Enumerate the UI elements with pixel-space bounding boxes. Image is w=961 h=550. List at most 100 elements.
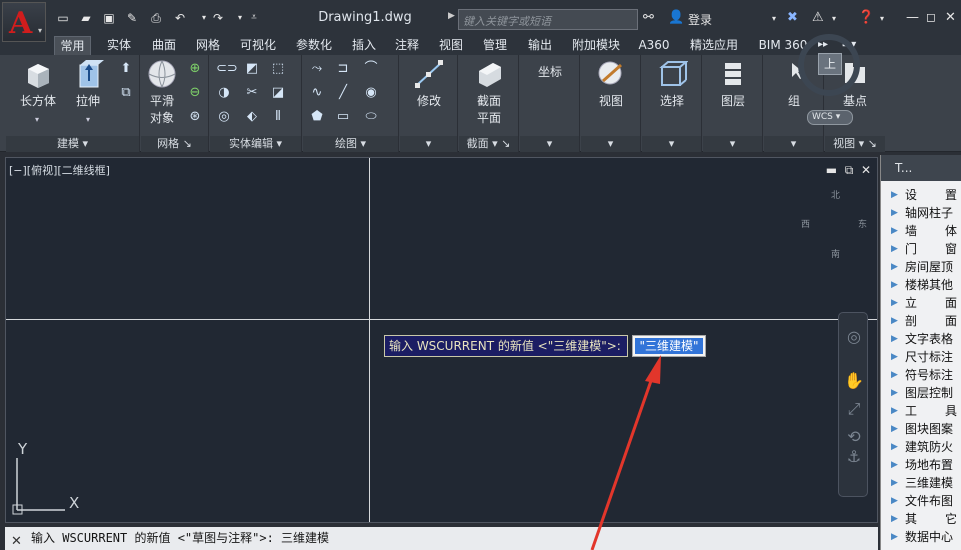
panel-title-selection[interactable]: ▾ — [642, 136, 701, 152]
mesh-smooth-less-icon[interactable]: ⊖ — [187, 85, 203, 101]
box-button[interactable]: 长方体 — [14, 59, 62, 109]
close-icon[interactable]: ✕ — [945, 10, 956, 25]
open-folder-icon[interactable]: ▰ — [78, 10, 94, 26]
command-close-icon[interactable]: ✕ — [11, 531, 22, 550]
modify-button[interactable]: 修改 — [406, 59, 452, 109]
viewport-controls-label[interactable]: [−][俯视][二维线框] — [9, 162, 110, 178]
layers-button[interactable]: 图层 — [711, 59, 755, 109]
separate-icon[interactable]: ⫴ — [270, 109, 286, 125]
user-icon[interactable]: 👤 — [668, 10, 684, 25]
zoom-icon[interactable]: ⤢ — [844, 399, 864, 419]
minimize-icon[interactable]: — — [906, 10, 919, 25]
help-dropdown-icon[interactable]: ▾ — [880, 14, 884, 23]
view-button[interactable]: 视图 — [589, 59, 633, 109]
line-icon[interactable]: ⤳ — [309, 61, 325, 77]
help-icon[interactable]: ❓ — [858, 10, 874, 25]
tab-addins[interactable]: 附加模块 — [565, 36, 627, 55]
steering-wheel-icon[interactable]: ◎ — [844, 327, 864, 347]
dynamic-input-field[interactable]: "三维建模" — [632, 335, 706, 357]
mesh-smooth-more-icon[interactable]: ⊕ — [187, 61, 203, 77]
tab-surface[interactable]: 曲面 — [145, 36, 183, 55]
tab-parametric[interactable]: 参数化 — [289, 36, 339, 55]
viewport-minimize-icon[interactable]: ▬ — [826, 163, 837, 177]
tab-a360[interactable]: A360 — [632, 36, 676, 55]
wcs-menu-button[interactable]: WCS ▾ — [807, 110, 853, 125]
tab-solid[interactable]: 实体 — [100, 36, 138, 55]
coordinates-button[interactable]: 坐标 — [528, 63, 572, 80]
search-expand-icon[interactable]: ▶ — [448, 11, 455, 21]
application-menu-button[interactable]: A ▾ — [2, 2, 46, 42]
palette-item[interactable]: ▶ 剖 面 — [885, 312, 961, 330]
polysolid-icon[interactable]: ⧉ — [118, 85, 134, 101]
customize-toolbar-icon[interactable]: ⩡ — [246, 10, 262, 26]
palette-item[interactable]: ▶ 图层控制 — [885, 384, 961, 402]
orbit-icon[interactable]: ⟲ — [844, 427, 864, 447]
panel-title-mesh[interactable]: 网格 ↘ — [141, 136, 208, 152]
palette-item[interactable]: ▶ 符号标注 — [885, 366, 961, 384]
polygon-icon[interactable]: ⬟ — [309, 109, 325, 125]
tab-output[interactable]: 输出 — [521, 36, 559, 55]
dynamic-input-selected-value[interactable]: "三维建模" — [635, 338, 703, 354]
panel-title-modify[interactable]: ▾ — [400, 136, 457, 152]
smooth-object-button[interactable]: 平滑 对象 — [143, 59, 181, 126]
command-line[interactable]: ✕ 输入 WSCURRENT 的新值 <"草图与注释">: 三维建模 — [5, 527, 878, 550]
panel-title-modeling[interactable]: 建模 ▾ — [6, 136, 139, 152]
construction-line-icon[interactable]: ╱ — [335, 85, 351, 101]
redo-icon[interactable]: ↷ — [210, 10, 226, 26]
viewcube-top-face[interactable]: 上 — [818, 53, 842, 75]
compass-north[interactable]: 北 — [831, 188, 840, 201]
circle-icon[interactable]: ◉ — [363, 85, 379, 101]
search-input[interactable]: 键入关键字或短语 — [458, 9, 638, 30]
pan-icon[interactable]: ✋ — [844, 371, 864, 391]
tab-home[interactable]: 常用 — [54, 36, 91, 55]
palette-item[interactable]: ▶ 设 置 — [885, 186, 961, 204]
login-dropdown-icon[interactable]: ▾ — [772, 14, 776, 23]
slice-icon[interactable]: ◩ — [244, 61, 260, 77]
palette-item[interactable]: ▶ 三维建模 — [885, 474, 961, 492]
interfere-icon[interactable]: ✂ — [244, 85, 260, 101]
tab-mesh[interactable]: 网格 — [189, 36, 227, 55]
extrude-button[interactable]: 拉伸 — [68, 59, 108, 109]
tab-featured-apps[interactable]: 精选应用 — [683, 36, 745, 55]
tab-annotate[interactable]: 注释 — [388, 36, 426, 55]
exchange-apps-icon[interactable]: ✖ — [787, 10, 798, 25]
palette-item[interactable]: ▶ 房间屋顶 — [885, 258, 961, 276]
polyline-icon[interactable]: ⊐ — [335, 61, 351, 77]
save-icon[interactable]: ▣ — [101, 10, 117, 26]
palette-item[interactable]: ▶ 楼梯其他 — [885, 276, 961, 294]
palette-title[interactable]: T... — [881, 155, 961, 181]
extrude-dropdown-icon[interactable]: ▾ — [86, 115, 90, 124]
a360-dropdown-icon[interactable]: ▾ — [832, 14, 836, 23]
panel-title-section[interactable]: 截面 ▾ ↘ — [459, 136, 518, 152]
palette-item[interactable]: ▶ 墙 体 — [885, 222, 961, 240]
a360-icon[interactable]: ⚠ — [812, 10, 824, 25]
palette-item[interactable]: ▶ 建筑防火 — [885, 438, 961, 456]
extract-edges-icon[interactable]: ⬚ — [270, 61, 286, 77]
palette-item[interactable]: ▶ 工 具 — [885, 402, 961, 420]
panel-title-groups[interactable]: ▾ — [764, 136, 823, 152]
arc-icon[interactable]: ⌒ — [363, 61, 379, 77]
palette-item[interactable]: ▶ 数据中心 — [885, 528, 961, 546]
presspull-icon[interactable]: ⬆ — [118, 61, 134, 77]
compass-west[interactable]: 西 — [801, 217, 810, 230]
tab-insert[interactable]: 插入 — [346, 36, 382, 55]
binoculars-icon[interactable]: ⚯ — [643, 10, 654, 25]
compass-south[interactable]: 南 — [831, 247, 840, 260]
panel-title-layers[interactable]: ▾ — [703, 136, 762, 152]
compass-east[interactable]: 东 — [858, 217, 867, 230]
palette-item[interactable]: ▶ 轴网柱子 — [885, 204, 961, 222]
union-icon[interactable]: ⊂⊃ — [216, 61, 238, 77]
panel-title-coordinates[interactable]: ▾ — [520, 136, 579, 152]
palette-item[interactable]: ▶ 尺寸标注 — [885, 348, 961, 366]
ellipse-icon[interactable]: ⬭ — [363, 109, 379, 125]
panel-title-solid-editing[interactable]: 实体编辑 ▾ — [210, 136, 301, 152]
tab-view[interactable]: 视图 — [432, 36, 470, 55]
thicken-icon[interactable]: ⬖ — [244, 109, 260, 125]
palette-item[interactable]: ▶ 立 面 — [885, 294, 961, 312]
panel-title-view[interactable]: ▾ — [581, 136, 640, 152]
section-plane-button[interactable]: 截面 平面 — [467, 59, 511, 126]
maximize-icon[interactable]: ◻ — [926, 10, 936, 24]
login-button[interactable]: 登录 — [688, 11, 712, 28]
viewport-restore-icon[interactable]: ⧉ — [845, 163, 854, 177]
tab-visualize[interactable]: 可视化 — [233, 36, 283, 55]
